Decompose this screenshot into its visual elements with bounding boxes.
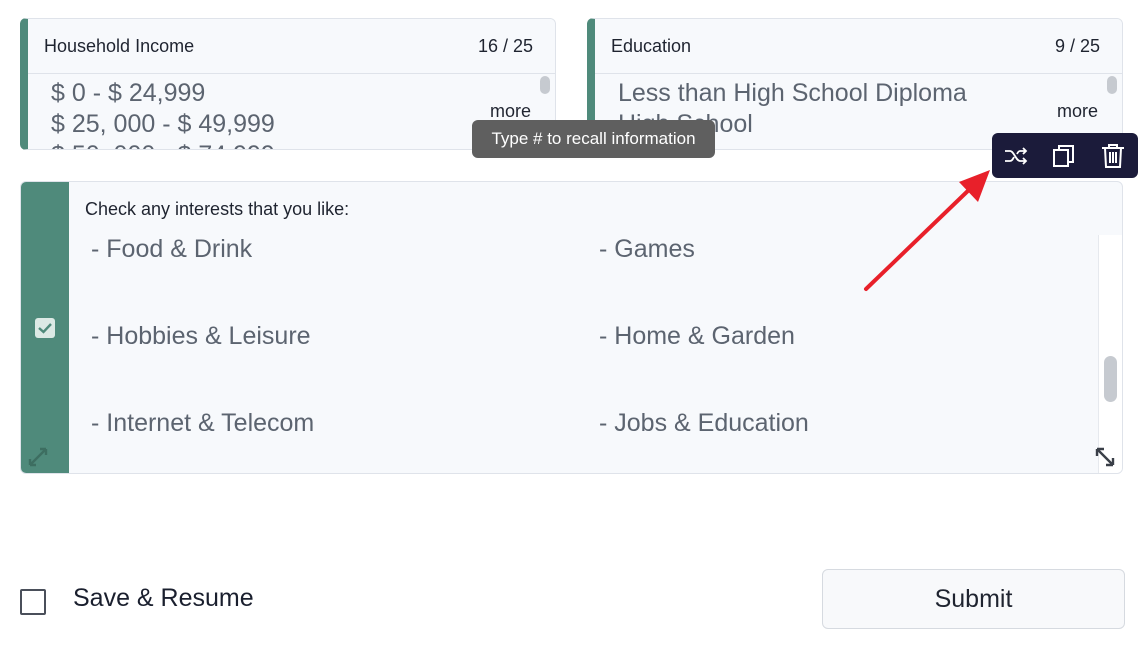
income-option[interactable]: $ 25, 000 - $ 49,999 bbox=[51, 110, 275, 139]
question-rail bbox=[21, 182, 69, 473]
education-option[interactable]: Less than High School Diploma bbox=[618, 79, 967, 108]
household-income-title: Household Income bbox=[44, 36, 195, 56]
copy-icon[interactable] bbox=[1050, 142, 1078, 170]
income-option[interactable]: $ 50, 000 - $ 74,999 bbox=[51, 141, 275, 149]
education-more-link[interactable]: more bbox=[1057, 101, 1098, 122]
education-title: Education bbox=[611, 36, 692, 56]
shuffle-icon[interactable] bbox=[1002, 142, 1030, 170]
interest-option[interactable]: - Food & Drink bbox=[91, 235, 252, 264]
education-count: 9 / 25 bbox=[1054, 36, 1100, 56]
interests-scrollbar[interactable] bbox=[1098, 235, 1122, 473]
interests-prompt: Check any interests that you like: bbox=[85, 199, 350, 219]
income-more-link[interactable]: more bbox=[490, 101, 531, 122]
recall-tooltip: Type # to recall information bbox=[472, 120, 715, 158]
annotation-arrow-icon bbox=[864, 170, 990, 291]
interest-option[interactable]: - Hobbies & Leisure bbox=[91, 322, 311, 351]
trash-icon[interactable] bbox=[1099, 142, 1127, 170]
interest-option[interactable]: - Internet & Telecom bbox=[91, 409, 314, 438]
save-resume-checkbox[interactable] bbox=[20, 589, 46, 615]
selected-checkbox[interactable] bbox=[35, 318, 55, 338]
education-scrollbar[interactable] bbox=[1107, 76, 1117, 94]
interest-option[interactable]: - Home & Garden bbox=[599, 322, 795, 351]
expand-icon[interactable] bbox=[27, 446, 49, 468]
interests-scroll-thumb[interactable] bbox=[1104, 356, 1117, 402]
household-income-count: 16 / 25 bbox=[477, 36, 533, 56]
income-scrollbar[interactable] bbox=[540, 76, 550, 94]
interest-option[interactable]: - Jobs & Education bbox=[599, 409, 809, 438]
submit-button[interactable]: Submit bbox=[822, 569, 1125, 629]
household-income-header: Household Income 16 / 25 bbox=[28, 19, 555, 74]
resize-handle-icon[interactable] bbox=[1094, 446, 1116, 468]
question-toolbar bbox=[992, 133, 1138, 178]
income-option[interactable]: $ 0 - $ 24,999 bbox=[51, 79, 205, 108]
education-header: Education 9 / 25 bbox=[595, 19, 1122, 74]
interest-option[interactable]: - Games bbox=[599, 235, 695, 264]
check-icon bbox=[38, 323, 52, 334]
save-resume-label[interactable]: Save & Resume bbox=[73, 584, 254, 613]
